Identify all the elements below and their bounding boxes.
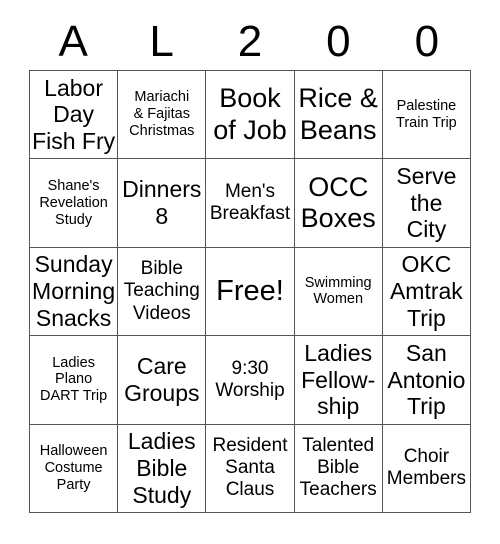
- bingo-cell-r2c1[interactable]: Shane's Revelation Study: [30, 159, 119, 248]
- bingo-cell-label: Rice & Beans: [298, 83, 378, 145]
- bingo-cell-label: Sunday Morning Snacks: [32, 251, 116, 331]
- header-letter-5: 0: [414, 17, 440, 66]
- bingo-cell-r1c2[interactable]: Mariachi & Fajitas Christmas: [118, 71, 207, 160]
- bingo-card: A L 2 0 0 Labor Day Fish Fry Mariachi & …: [0, 0, 500, 544]
- bingo-cell-r4c5[interactable]: San Antonio Trip: [382, 336, 471, 425]
- bingo-cell-r1c4[interactable]: Rice & Beans: [294, 71, 383, 160]
- bingo-cell-label: Bible Teaching Videos: [123, 258, 200, 324]
- bingo-cell-label: San Antonio Trip: [387, 339, 466, 420]
- bingo-cell-r2c3[interactable]: Men's Breakfast: [206, 159, 295, 248]
- bingo-cell-r2c5[interactable]: Serve the City: [382, 159, 471, 248]
- bingo-cell-r5c1[interactable]: Halloween Costume Party: [30, 424, 119, 513]
- bingo-cell-r4c3[interactable]: 9:30 Worship: [206, 336, 295, 425]
- free-space-label: Free!: [216, 274, 284, 307]
- bingo-cell-label: Serve the City: [396, 163, 457, 243]
- bingo-header-row: A L 2 0 0: [29, 14, 471, 70]
- bingo-cell-label: Talented Bible Teachers: [299, 435, 377, 501]
- bingo-cell-label: OKC Amtrak Trip: [389, 251, 463, 331]
- bingo-cell-label: Resident Santa Claus: [212, 435, 288, 501]
- bingo-cell-label: Labor Day Fish Fry: [32, 74, 116, 155]
- bingo-cell-label: Ladies Plano DART Trip: [40, 354, 108, 405]
- bingo-cell-label: Mariachi & Fajitas Christmas: [129, 89, 195, 140]
- bingo-cell-r1c3[interactable]: Book of Job: [206, 71, 295, 160]
- header-letter-1: A: [58, 17, 88, 66]
- bingo-cell-label: Ladies Fellow- ship: [301, 339, 376, 420]
- bingo-cell-r5c4[interactable]: Talented Bible Teachers: [294, 424, 383, 513]
- bingo-cell-label: Ladies Bible Study: [127, 428, 196, 508]
- header-letter-3: 2: [237, 17, 263, 66]
- bingo-grid: Labor Day Fish Fry Mariachi & Fajitas Ch…: [29, 70, 471, 513]
- bingo-cell-label: Dinners 8: [122, 176, 202, 230]
- bingo-cell-r1c1[interactable]: Labor Day Fish Fry: [30, 71, 119, 160]
- bingo-cell-label: Swimming Women: [304, 274, 372, 308]
- bingo-cell-r4c4[interactable]: Ladies Fellow- ship: [294, 336, 383, 425]
- header-letter-2: L: [149, 17, 174, 66]
- bingo-cell-label: Palestine Train Trip: [396, 97, 457, 131]
- bingo-cell-r2c4[interactable]: OCC Boxes: [294, 159, 383, 248]
- bingo-cell-r5c2[interactable]: Ladies Bible Study: [118, 424, 207, 513]
- bingo-cell-r5c5[interactable]: Choir Members: [382, 424, 471, 513]
- bingo-cell-r5c3[interactable]: Resident Santa Claus: [206, 424, 295, 513]
- bingo-cell-r3c4[interactable]: Swimming Women: [294, 247, 383, 337]
- bingo-cell-label: Choir Members: [386, 446, 466, 490]
- bingo-cell-r4c1[interactable]: Ladies Plano DART Trip: [30, 336, 119, 425]
- header-letter-4: 0: [326, 17, 351, 66]
- bingo-cell-r4c2[interactable]: Care Groups: [118, 336, 207, 425]
- bingo-cell-label: Halloween Costume Party: [39, 443, 108, 493]
- bingo-cell-free-space[interactable]: Free!: [206, 247, 295, 337]
- bingo-cell-label: Shane's Revelation Study: [39, 177, 108, 228]
- bingo-cell-r3c1[interactable]: Sunday Morning Snacks: [30, 247, 119, 337]
- bingo-cell-label: Men's Breakfast: [209, 181, 291, 225]
- bingo-cell-label: Care Groups: [124, 353, 200, 406]
- bingo-cell-r3c5[interactable]: OKC Amtrak Trip: [382, 247, 471, 337]
- bingo-cell-r3c2[interactable]: Bible Teaching Videos: [118, 247, 207, 337]
- bingo-cell-r1c5[interactable]: Palestine Train Trip: [382, 71, 471, 160]
- bingo-cell-label: OCC Boxes: [300, 171, 376, 234]
- bingo-cell-r2c2[interactable]: Dinners 8: [118, 159, 207, 248]
- bingo-cell-label: 9:30 Worship: [215, 357, 285, 401]
- bingo-cell-label: Book of Job: [213, 83, 287, 145]
